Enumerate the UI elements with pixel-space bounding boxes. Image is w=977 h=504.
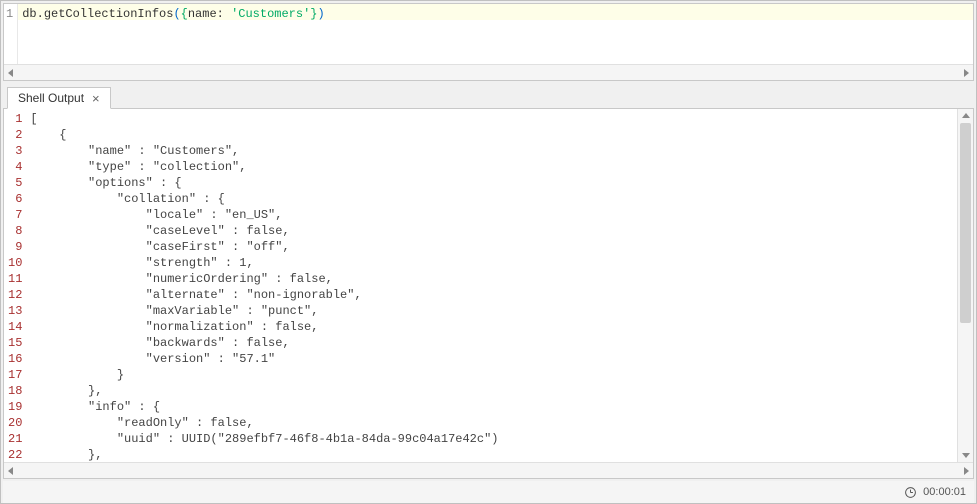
output-tab-bar: Shell Output ×: [3, 83, 974, 109]
line-number: 3: [8, 143, 22, 159]
line-number: 1: [8, 111, 22, 127]
token-obj: db: [22, 7, 36, 21]
line-number: 15: [8, 335, 22, 351]
line-number: 20: [8, 415, 22, 431]
token-lparen: (: [173, 7, 180, 21]
output-code[interactable]: [ { "name" : "Customers", "type" : "coll…: [26, 109, 957, 462]
vscroll-thumb[interactable]: [960, 123, 971, 323]
output-body[interactable]: 12345678910111213141516171819202122 [ { …: [4, 109, 973, 462]
output-line: [: [30, 111, 953, 127]
editor-content[interactable]: 1 db.getCollectionInfos({name: 'Customer…: [4, 4, 973, 64]
output-hscrollbar[interactable]: [4, 462, 973, 478]
output-line: "uuid" : UUID("289efbf7-46f8-4b1a-84da-9…: [30, 431, 953, 447]
output-line: "maxVariable" : "punct",: [30, 303, 953, 319]
editor-code[interactable]: db.getCollectionInfos({name: 'Customers'…: [18, 4, 973, 64]
line-number: 8: [8, 223, 22, 239]
output-line: "backwards" : false,: [30, 335, 953, 351]
line-number: 17: [8, 367, 22, 383]
clock-icon: [904, 486, 917, 499]
line-number: 19: [8, 399, 22, 415]
line-number: 9: [8, 239, 22, 255]
output-line: }: [30, 367, 953, 383]
shell-output-pane: 12345678910111213141516171819202122 [ { …: [3, 109, 974, 479]
line-number: 4: [8, 159, 22, 175]
line-number: 5: [8, 175, 22, 191]
line-number: 13: [8, 303, 22, 319]
output-line: "caseLevel" : false,: [30, 223, 953, 239]
output-line: "version" : "57.1": [30, 351, 953, 367]
line-number: 10: [8, 255, 22, 271]
token-string: 'Customers': [231, 7, 310, 21]
output-line: "alternate" : "non-ignorable",: [30, 287, 953, 303]
output-vscrollbar[interactable]: [957, 109, 973, 462]
line-number: 16: [8, 351, 22, 367]
line-number: 22: [8, 447, 22, 462]
output-line: "name" : "Customers",: [30, 143, 953, 159]
close-icon[interactable]: ×: [92, 92, 100, 105]
line-number: 18: [8, 383, 22, 399]
output-line: {: [30, 127, 953, 143]
token-dot: .: [37, 7, 44, 21]
line-number: 2: [8, 127, 22, 143]
token-colon: :: [217, 7, 231, 21]
output-line: },: [30, 447, 953, 462]
output-line: },: [30, 383, 953, 399]
output-gutter: 12345678910111213141516171819202122: [4, 109, 26, 462]
output-line: "numericOrdering" : false,: [30, 271, 953, 287]
line-number: 14: [8, 319, 22, 335]
output-line: "collation" : {: [30, 191, 953, 207]
output-line: "readOnly" : false,: [30, 415, 953, 431]
token-method: getCollectionInfos: [44, 7, 174, 21]
token-key: name: [188, 7, 217, 21]
output-line: "strength" : 1,: [30, 255, 953, 271]
elapsed-time: 00:00:01: [923, 486, 966, 498]
line-number: 7: [8, 207, 22, 223]
token-rparen: ): [317, 7, 324, 21]
output-line: "type" : "collection",: [30, 159, 953, 175]
output-line: "locale" : "en_US",: [30, 207, 953, 223]
output-line: "info" : {: [30, 399, 953, 415]
tab-shell-output[interactable]: Shell Output ×: [7, 87, 111, 109]
output-line: "caseFirst" : "off",: [30, 239, 953, 255]
line-number: 12: [8, 287, 22, 303]
output-line: "options" : {: [30, 175, 953, 191]
editor-hscrollbar[interactable]: [4, 64, 973, 80]
line-number: 6: [8, 191, 22, 207]
editor-gutter: 1: [4, 4, 18, 64]
line-number: 1: [6, 6, 13, 22]
status-bar: 00:00:01: [3, 481, 974, 503]
line-number: 11: [8, 271, 22, 287]
tab-label: Shell Output: [18, 91, 84, 105]
line-number: 21: [8, 431, 22, 447]
token-lbrace: {: [181, 7, 188, 21]
output-line: "normalization" : false,: [30, 319, 953, 335]
query-editor-pane: 1 db.getCollectionInfos({name: 'Customer…: [3, 3, 974, 81]
